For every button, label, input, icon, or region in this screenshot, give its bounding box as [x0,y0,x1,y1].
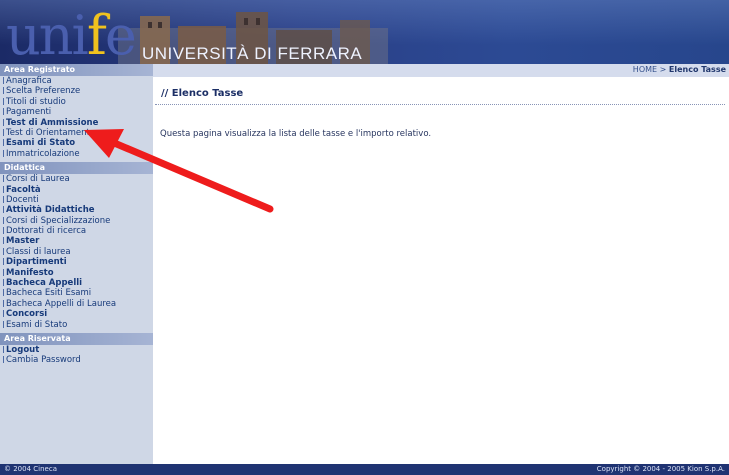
sidebar-item-attivita-didattiche[interactable]: Attività Didattiche [0,205,153,215]
sidebar-menu-area-riservata: Logout Cambia Password [0,345,153,366]
sidebar-section-area-registrato: Area Registrato [0,64,153,76]
footer-left-text: © 2004 Cineca [4,465,57,473]
sidebar-item-test-di-ammissione[interactable]: Test di Ammissione [0,118,153,128]
header-banner: unife UNIVERSITÀ DI FERRARA [0,0,729,64]
sidebar-item-docenti[interactable]: Docenti [0,195,153,205]
sidebar-item-cambia-password[interactable]: Cambia Password [0,355,153,365]
university-name: UNIVERSITÀ DI FERRARA [142,44,363,63]
sidebar-section-didattica: Didattica [0,162,153,175]
breadcrumb-current: Elenco Tasse [668,65,726,74]
sidebar-item-logout[interactable]: Logout [0,345,153,355]
footer-bar: © 2004 Cineca Copyright © 2004 - 2005 Ki… [0,464,729,475]
logo-letter-f: f [86,4,107,64]
title-divider [155,104,725,105]
sidebar-item-corsi-di-specializzazione[interactable]: Corsi di Specializzazione [0,216,153,226]
sidebar-item-bacheca-appelli[interactable]: Bacheca Appelli [0,278,153,288]
sidebar-item-master[interactable]: Master [0,236,153,246]
page-title: // Elenco Tasse [161,88,244,99]
sidebar-item-dottorati-di-ricerca[interactable]: Dottorati di ricerca [0,226,153,236]
sidebar-menu-didattica: Corsi di Laurea Facoltà Docenti Attività… [0,174,153,330]
sidebar-item-bacheca-appelli-di-laurea[interactable]: Bacheca Appelli di Laurea [0,299,153,309]
breadcrumb-home-link[interactable]: HOME [633,65,657,74]
sidebar-item-scelta-preferenze[interactable]: Scelta Preferenze [0,86,153,96]
logo-suffix: e [104,4,137,64]
sidebar-item-immatricolazione[interactable]: Immatricolazione [0,149,153,159]
footer-copyright: Copyright © 2004 - 2005 Kion S.p.A. [596,465,725,473]
sidebar-item-corsi-di-laurea[interactable]: Corsi di Laurea [0,174,153,184]
sidebar-item-esami-di-stato[interactable]: Esami di Stato [0,138,153,148]
sidebar-item-pagamenti[interactable]: Pagamenti [0,107,153,117]
sidebar-item-concorsi[interactable]: Concorsi [0,309,153,319]
sidebar-item-anagrafica[interactable]: Anagrafica [0,76,153,86]
sidebar-section-area-riservata: Area Riservata [0,332,153,345]
sidebar-item-dipartimenti[interactable]: Dipartimenti [0,257,153,267]
page-description: Questa pagina visualizza la lista delle … [160,129,432,139]
sidebar-menu-area-registrato: Anagrafica Scelta Preferenze Titoli di s… [0,76,153,159]
sidebar-item-test-di-orientamento[interactable]: Test di Orientamento [0,128,153,138]
sidebar-item-classi-di-laurea[interactable]: Classi di laurea [0,247,153,257]
sidebar-item-titoli-di-studio[interactable]: Titoli di studio [0,97,153,107]
breadcrumb-bar: HOME > Elenco Tasse [153,64,729,77]
logo-prefix: uni [6,4,89,64]
sidebar-item-esami-di-stato-2[interactable]: Esami di Stato [0,320,153,330]
unife-logo[interactable]: unife [6,8,137,64]
sidebar: Area Registrato Anagrafica Scelta Prefer… [0,64,153,464]
breadcrumb: HOME > Elenco Tasse [633,65,726,74]
sidebar-item-bacheca-esiti-esami[interactable]: Bacheca Esiti Esami [0,288,153,298]
sidebar-item-manifesto[interactable]: Manifesto [0,268,153,278]
sidebar-item-facolta[interactable]: Facoltà [0,185,153,195]
breadcrumb-separator: > [659,65,667,74]
